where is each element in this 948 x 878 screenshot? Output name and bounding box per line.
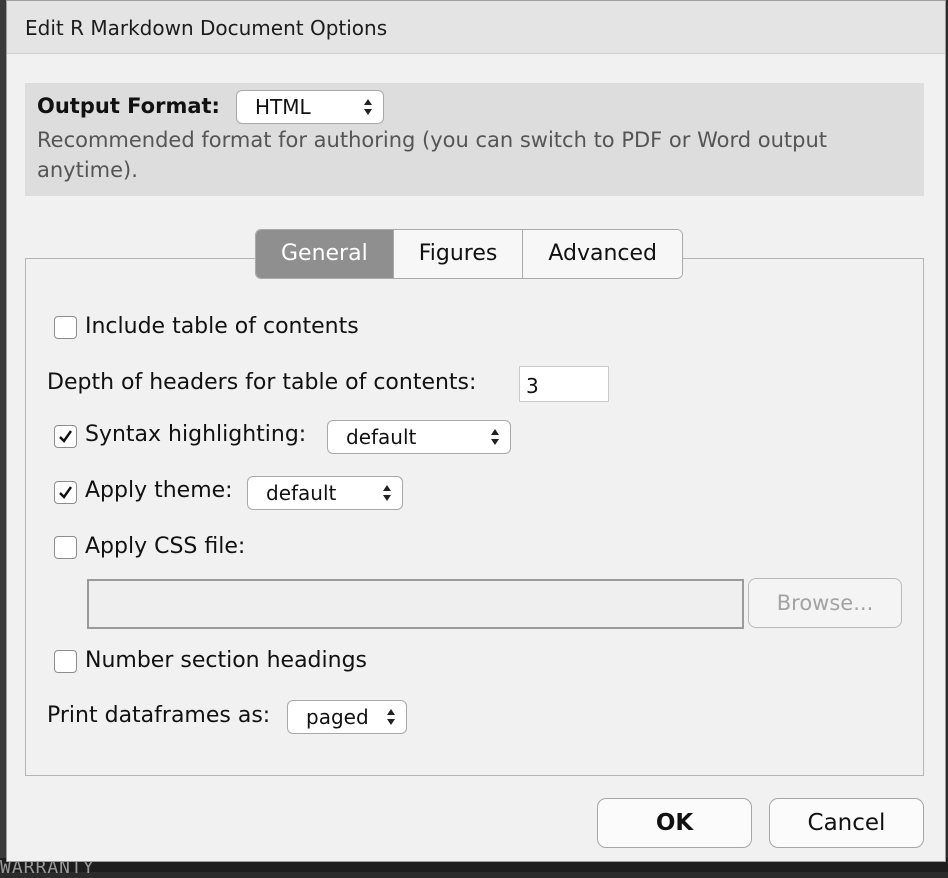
toc-depth-label: Depth of headers for table of contents: [47, 370, 477, 395]
theme-select[interactable]: default [247, 476, 403, 510]
highlight-checkbox[interactable] [54, 425, 77, 448]
tab-bar: General Figures Advanced [255, 229, 684, 279]
output-format-label: Output Format: [37, 94, 220, 118]
tab-figures[interactable]: Figures [393, 230, 524, 278]
output-format-value: HTML [255, 95, 311, 119]
select-arrows-icon [386, 706, 396, 728]
checkmark-icon [59, 486, 72, 499]
rmarkdown-options-dialog: Edit R Markdown Document Options Output … [6, 0, 946, 862]
ok-button[interactable]: OK [597, 798, 752, 848]
df-print-value: paged [306, 705, 369, 729]
output-format-panel: Output Format: HTML Recommended format f… [25, 83, 924, 196]
highlight-select[interactable]: default [327, 420, 511, 454]
number-sections-label: Number section headings [85, 648, 368, 673]
css-checkbox[interactable] [54, 536, 77, 559]
number-sections-checkbox[interactable] [54, 650, 77, 673]
toc-depth-value: 3 [526, 374, 539, 398]
css-file-input[interactable] [87, 579, 744, 629]
highlight-value: default [346, 425, 417, 449]
theme-label: Apply theme: [85, 478, 233, 503]
dialog-titlebar[interactable]: Edit R Markdown Document Options [7, 1, 945, 54]
df-print-select[interactable]: paged [287, 700, 407, 734]
toc-depth-input[interactable]: 3 [519, 366, 609, 402]
highlight-label: Syntax highlighting: [85, 422, 307, 447]
select-arrows-icon [363, 96, 373, 118]
output-format-description: Recommended format for authoring (you ca… [37, 128, 827, 182]
browse-button[interactable]: Browse... [748, 578, 902, 628]
toc-label: Include table of contents [85, 314, 359, 339]
theme-value: default [266, 481, 337, 505]
css-label: Apply CSS file: [85, 534, 246, 559]
df-print-label: Print dataframes as: [47, 703, 271, 728]
cancel-button[interactable]: Cancel [769, 798, 924, 848]
dialog-title: Edit R Markdown Document Options [25, 16, 388, 40]
tab-advanced[interactable]: Advanced [523, 230, 683, 278]
select-arrows-icon [382, 482, 392, 504]
toc-checkbox[interactable] [54, 316, 77, 339]
select-arrows-icon [490, 426, 500, 448]
checkmark-icon [59, 430, 72, 443]
theme-checkbox[interactable] [54, 481, 77, 504]
tab-general[interactable]: General [256, 230, 394, 278]
output-format-select[interactable]: HTML [236, 90, 384, 124]
